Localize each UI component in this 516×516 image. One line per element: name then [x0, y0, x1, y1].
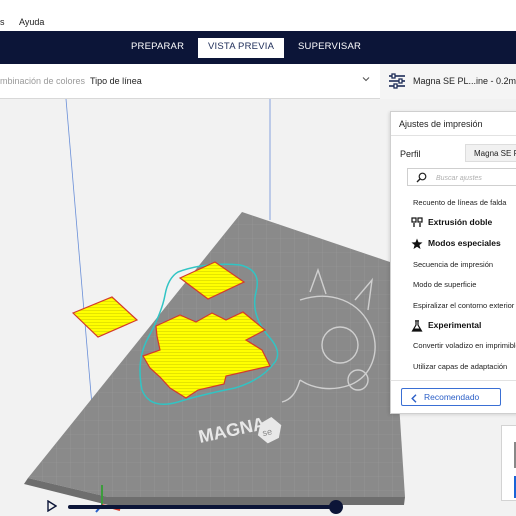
- menu-item-archivos[interactable]: s: [0, 17, 5, 27]
- play-icon[interactable]: [47, 500, 57, 512]
- layer-slider-track[interactable]: [68, 505, 336, 509]
- dual-extrusion-icon: [411, 217, 423, 227]
- category-label: Experimental: [428, 320, 482, 330]
- plate-logo-badge: se: [262, 426, 273, 438]
- profile-select[interactable]: Magna SE PL: [465, 144, 516, 162]
- view-toolbar: mbinación de colores Tipo de línea Magna…: [0, 64, 516, 99]
- panel-divider: [391, 135, 516, 136]
- print-settings-panel: Ajustes de impresión Perfil Magna SE PL …: [390, 111, 516, 414]
- panel-footer: Recomendado: [390, 380, 516, 414]
- menu-bar: s Ayuda: [0, 0, 516, 31]
- setting-print-sequence[interactable]: Secuencia de impresión: [413, 260, 493, 269]
- panel-title: Ajustes de impresión: [399, 119, 483, 129]
- settings-sliders-icon: [389, 73, 405, 89]
- setting-make-overhang-printable[interactable]: Convertir voladizo en imprimible: [413, 341, 516, 350]
- profile-label: Perfil: [400, 149, 421, 159]
- color-scheme-label: mbinación de colores: [0, 76, 86, 86]
- output-panel: [501, 425, 516, 501]
- star-icon: [411, 238, 423, 249]
- setting-spiralize-outer-contour[interactable]: Espiralizar el contorno exterior: [413, 301, 514, 310]
- flask-icon: [411, 320, 423, 332]
- color-scheme-select[interactable]: Tipo de línea: [90, 76, 142, 86]
- tab-supervisar[interactable]: SUPERVISAR: [298, 41, 361, 52]
- print-settings-toggle[interactable]: Magna SE PL...ine - 0.2mm: [380, 64, 516, 99]
- chevron-left-icon: [411, 394, 417, 403]
- model-square-left: [71, 296, 139, 338]
- menu-item-ayuda[interactable]: Ayuda: [19, 17, 44, 27]
- setting-adaptive-layers[interactable]: Utilizar capas de adaptación: [413, 362, 507, 371]
- stage-header: PREPARAR VISTA PREVIA SUPERVISAR: [0, 31, 516, 64]
- category-dual-extrusion[interactable]: Extrusión doble: [411, 217, 516, 231]
- chevron-down-icon[interactable]: [362, 75, 370, 83]
- layer-slider-handle[interactable]: [329, 500, 343, 514]
- recommended-button[interactable]: Recomendado: [401, 388, 501, 406]
- settings-search[interactable]: [407, 168, 516, 186]
- search-icon: [416, 172, 427, 183]
- printer-profile-label: Magna SE PL...ine - 0.2mm: [413, 76, 516, 86]
- search-input[interactable]: [436, 172, 516, 184]
- setting-surface-mode[interactable]: Modo de superficie: [413, 280, 476, 289]
- category-experimental[interactable]: Experimental: [411, 320, 516, 334]
- category-label: Extrusión doble: [428, 217, 493, 227]
- recommended-label: Recomendado: [424, 392, 480, 402]
- tab-preparar[interactable]: PREPARAR: [131, 41, 184, 52]
- tab-vista-previa[interactable]: VISTA PREVIA: [198, 38, 285, 58]
- category-special-modes[interactable]: Modos especiales: [411, 238, 516, 252]
- category-label: Modos especiales: [428, 238, 501, 248]
- setting-skirt-line-count[interactable]: Recuento de líneas de falda: [413, 198, 506, 207]
